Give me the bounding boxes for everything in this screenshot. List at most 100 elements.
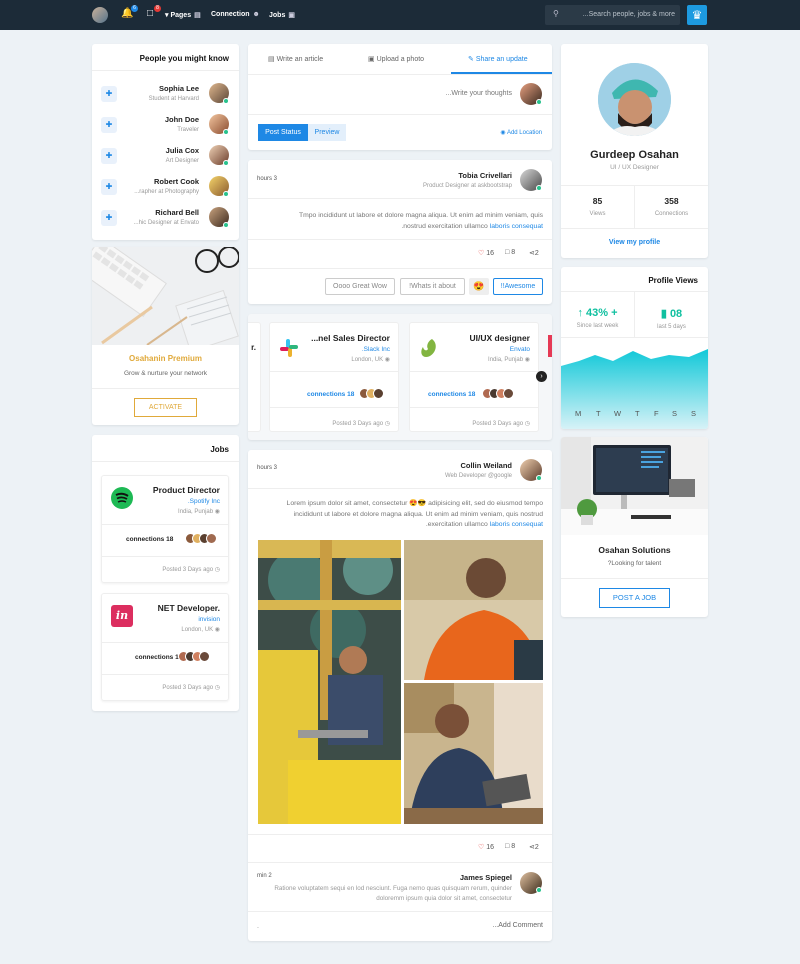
tab-share-update[interactable]: ✎ Share an update xyxy=(468,55,528,63)
divider xyxy=(248,114,552,115)
emoji-icon[interactable]: 😍 xyxy=(469,278,489,295)
like-button[interactable]: ♡ 16 xyxy=(478,843,494,851)
job-card-envato[interactable]: UI/UX designer Envato India, Punjab ◉ co… xyxy=(409,322,539,432)
divider xyxy=(102,556,228,557)
add-location-link[interactable]: ◉ Add Location xyxy=(500,129,542,136)
message-icon[interactable]: □ 8 xyxy=(144,5,161,20)
post-photo-top[interactable] xyxy=(404,540,543,680)
activate-button[interactable]: ACTIVATE xyxy=(134,398,197,417)
view-profile-link[interactable]: View my profile xyxy=(561,239,708,246)
job-card-invision[interactable]: in NET Developer. invision London, UK ◉ … xyxy=(101,593,229,701)
bar-chart-icon: ▮ xyxy=(660,308,667,320)
comment-author[interactable]: James Spiegel xyxy=(460,873,512,882)
job-info: UI/UX designer Envato India, Punjab ◉ xyxy=(470,333,530,363)
envato-icon xyxy=(418,337,440,359)
online-status-dot xyxy=(223,222,229,228)
composer-card: ▤ Write an article ▣ Upload a photo ✎ Sh… xyxy=(248,44,552,150)
company-card: Osahan Solutions ?Looking for talent POS… xyxy=(561,437,708,617)
divider xyxy=(248,198,552,199)
nav-connection[interactable]: Connection ☻ xyxy=(211,11,260,18)
post-photo-bottom[interactable] xyxy=(404,683,543,824)
share-button[interactable]: ⋖2 xyxy=(529,249,539,257)
nav-jobs-label: Jobs xyxy=(269,12,286,19)
job-card-slack[interactable]: ...nel Sales Director .Slack Inc London,… xyxy=(269,322,399,432)
x-tick: S xyxy=(691,409,697,418)
divider xyxy=(270,371,398,372)
chevron-right-icon[interactable]: › xyxy=(536,371,547,382)
person-role: ...rapher at Photography xyxy=(134,189,199,195)
profile-avatar[interactable] xyxy=(598,63,671,136)
divider xyxy=(102,642,228,643)
add-user-icon[interactable]: ✚ xyxy=(101,148,117,164)
comment-button[interactable]: □ 8 xyxy=(505,843,515,850)
users-icon: ☻ xyxy=(252,11,260,18)
list-item[interactable]: Richard Bell ...hic Designer at Envato xyxy=(134,208,199,226)
connections-label: Connections xyxy=(654,211,689,217)
heart-icon: ♡ xyxy=(478,844,485,851)
job-title: Product Director xyxy=(152,485,220,495)
add-user-icon[interactable]: ✚ xyxy=(101,117,117,133)
post-time: hours 3 xyxy=(257,465,278,471)
post-text-line: Lorem ipsum dolor sit amet, consectetur … xyxy=(286,500,543,507)
tab-upload-photo[interactable]: ▣ Upload a photo xyxy=(368,55,424,63)
divider xyxy=(410,371,538,372)
add-comment-input[interactable]: ...Add Comment xyxy=(492,922,543,929)
comment-count: 8 xyxy=(511,249,516,256)
views-stat: 85 Views xyxy=(561,196,634,217)
job-company: .Spotify Inc xyxy=(187,498,220,505)
post-status-button[interactable]: Post Status xyxy=(258,124,308,141)
add-user-icon[interactable]: ✚ xyxy=(101,86,117,102)
add-user-icon[interactable]: ✚ xyxy=(101,210,117,226)
quick-reply-button[interactable]: Oooo Great Wow xyxy=(325,278,395,295)
carousel-card-partial[interactable]: r. xyxy=(248,322,261,432)
search-input[interactable]: ⚲ ...Search people, jobs & more xyxy=(545,5,680,25)
quick-reply-button[interactable]: !Whats it about xyxy=(400,278,465,295)
comment-text: Ratione voluptatem sequi en lod nesciunt… xyxy=(274,884,512,904)
divider xyxy=(102,674,228,675)
job-location: London, UK xyxy=(351,357,384,363)
tab-write-article[interactable]: ▤ Write an article xyxy=(268,55,323,63)
like-button[interactable]: ♡ 16 xyxy=(478,249,494,257)
author-name[interactable]: Tobia Crivellari xyxy=(423,171,512,180)
divider xyxy=(248,488,552,489)
list-item[interactable]: Sophia Lee Student at Harvard xyxy=(149,84,199,102)
x-tick: T xyxy=(596,409,601,418)
file-icon: ▤ xyxy=(268,56,275,63)
job-connections: connections 18 xyxy=(428,391,476,398)
carousel-card-partial[interactable] xyxy=(548,335,552,357)
job-card-spotify[interactable]: Product Director .Spotify Inc India, Pun… xyxy=(101,475,229,583)
location-pin-icon: ◉ xyxy=(214,509,220,515)
add-user-icon[interactable]: ✚ xyxy=(101,179,117,195)
clock-icon: ◷ xyxy=(524,421,530,427)
post-job-button[interactable]: POST A JOB xyxy=(599,588,670,608)
post-input[interactable]: ...Write your thoughts xyxy=(446,90,512,97)
premium-title: Osahanin Premium xyxy=(129,354,202,363)
comment-input-dot: . xyxy=(257,923,259,930)
profile-role: UI / UX Designer xyxy=(610,164,659,171)
bell-icon[interactable]: 🔔 6 xyxy=(121,5,138,20)
job-title: UI/UX designer xyxy=(469,333,530,343)
post-photo-main[interactable] xyxy=(258,540,401,824)
weekly-stat-label: Since last week xyxy=(576,323,619,329)
nav-pages[interactable]: ▾ Pages ▤ xyxy=(165,11,201,19)
user-avatar[interactable] xyxy=(92,7,108,23)
quick-reply-button[interactable]: !!Awesome xyxy=(493,278,543,295)
preview-button[interactable]: Preview xyxy=(308,124,346,141)
nav-jobs[interactable]: Jobs ▣ xyxy=(269,11,295,19)
share-button[interactable]: ⋖2 xyxy=(529,843,539,851)
online-status-dot xyxy=(223,191,229,197)
post-link[interactable]: laboris consequat xyxy=(490,223,543,230)
comment-button[interactable]: □ 8 xyxy=(505,249,515,256)
online-status-dot xyxy=(536,99,542,105)
person-role: Student at Harvard xyxy=(148,96,199,102)
list-item[interactable]: Julia Cox Art Designer xyxy=(166,146,199,164)
post-link[interactable]: laboris consequat xyxy=(490,521,543,528)
list-item[interactable]: John Doe Traveler xyxy=(165,115,199,133)
crown-icon[interactable]: ♛ xyxy=(687,5,707,25)
divider xyxy=(270,407,398,408)
person-name: Robert Cook xyxy=(154,177,199,186)
list-item[interactable]: Robert Cook ...rapher at Photography xyxy=(134,177,199,195)
author-name[interactable]: Collin Weiland xyxy=(445,461,512,470)
top-navbar: 🔔 6 □ 8 ▾ Pages ▤ Connection ☻ Jobs ▣ ⚲ ...Se… xyxy=(0,0,800,30)
company-tagline: ?Looking for talent xyxy=(607,560,662,567)
